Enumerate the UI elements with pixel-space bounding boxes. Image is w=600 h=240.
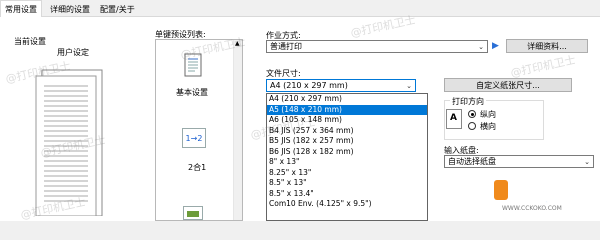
paper-size-option[interactable]: 8.5" x 13" (267, 178, 427, 189)
paper-size-option[interactable]: 8" x 13" (267, 157, 427, 168)
chevron-down-icon: ⌄ (406, 81, 412, 90)
paper-size-label: 文件尺寸: (266, 69, 301, 78)
job-type-value: 普通打印 (270, 42, 302, 51)
paper-size-select[interactable]: A4 (210 x 297 mm) ⌄ (266, 79, 416, 92)
logo-second-text: 游戏园 (510, 182, 571, 207)
paper-size-option[interactable]: B6 JIS (128 x 182 mm) (267, 147, 427, 158)
logo-k-icon (494, 180, 508, 200)
paper-size-value: A4 (210 x 297 mm) (270, 81, 348, 90)
site-logo: 空空 游戏园 WWW.CCKOKO.COM (450, 178, 598, 218)
logo-main-text: 空空 (450, 182, 491, 207)
tab-bar: 常用设置 详细的设置 配置/关于 (0, 0, 600, 17)
preset-list[interactable]: ▲ 基本设置 1→2 2合1 (155, 39, 243, 221)
portrait-label: 纵向 (480, 110, 496, 119)
chevron-down-icon: ⌄ (478, 42, 484, 51)
orientation-label: 打印方向 (450, 96, 486, 107)
two-in-one-icon: 1→2 (182, 128, 206, 148)
paper-size-option[interactable]: A4 (210 x 297 mm) (267, 94, 427, 105)
tab-common-settings[interactable]: 常用设置 (0, 0, 42, 17)
preset-list-scrollbar[interactable]: ▲ (233, 40, 242, 220)
portrait-preview-icon: A (446, 109, 462, 129)
paper-size-option[interactable]: B5 JIS (182 x 257 mm) (267, 136, 427, 147)
page-preview-icon (35, 69, 103, 217)
custom-paper-size-button[interactable]: 自定义纸张尺寸... (444, 78, 572, 92)
landscape-label: 横向 (480, 122, 496, 131)
paper-size-option[interactable]: A6 (105 x 148 mm) (267, 115, 427, 126)
chevron-down-icon: ⌄ (584, 157, 590, 166)
input-tray-value: 自动选择纸盘 (448, 157, 496, 166)
portrait-radio[interactable] (468, 110, 476, 118)
scroll-up-icon[interactable]: ▲ (235, 40, 240, 47)
paper-size-dropdown: A4 (210 x 297 mm) A5 (148 x 210 mm) A6 (10… (266, 93, 428, 221)
paper-size-option[interactable]: 8.25" x 13" (267, 168, 427, 179)
preset-partial-icon (187, 211, 199, 217)
tab-detailed-settings[interactable]: 详细的设置 (46, 2, 94, 17)
paper-size-option[interactable]: 8.5" x 13.4" (267, 189, 427, 200)
landscape-radio[interactable] (468, 122, 476, 130)
paper-size-option[interactable]: A5 (148 x 210 mm) (267, 104, 427, 115)
current-settings-label: 当前设置 (14, 37, 46, 46)
document-icon (184, 53, 202, 77)
logo-url-text: WWW.CCKOKO.COM (502, 205, 562, 212)
letter-a-icon: A (450, 113, 457, 123)
paper-size-options: A4 (210 x 297 mm) A5 (148 x 210 mm) A6 (10… (267, 94, 427, 210)
job-type-select[interactable]: 普通打印 ⌄ (266, 40, 488, 53)
user-settings-label: 用户设定 (57, 48, 89, 57)
paper-size-option[interactable]: B4 JIS (257 x 364 mm) (267, 126, 427, 137)
preset-item-basic-label: 基本设置 (176, 88, 208, 97)
preset-item-partial[interactable] (183, 206, 203, 220)
preset-item-2in1[interactable]: 1→2 2合1 (166, 122, 226, 180)
preset-item-2in1-label: 2合1 (188, 163, 207, 172)
play-arrow-icon[interactable]: ▶ (492, 41, 499, 51)
tab-config-about[interactable]: 配置/关于 (96, 2, 139, 17)
page-preview (26, 64, 118, 217)
preset-item-basic[interactable]: 基本设置 (166, 48, 226, 106)
input-tray-select[interactable]: 自动选择纸盘 ⌄ (444, 155, 594, 168)
paper-size-option[interactable]: Com10 Env. (4.125" x 9.5") (267, 199, 427, 210)
details-button[interactable]: 详细资料... (506, 39, 588, 53)
